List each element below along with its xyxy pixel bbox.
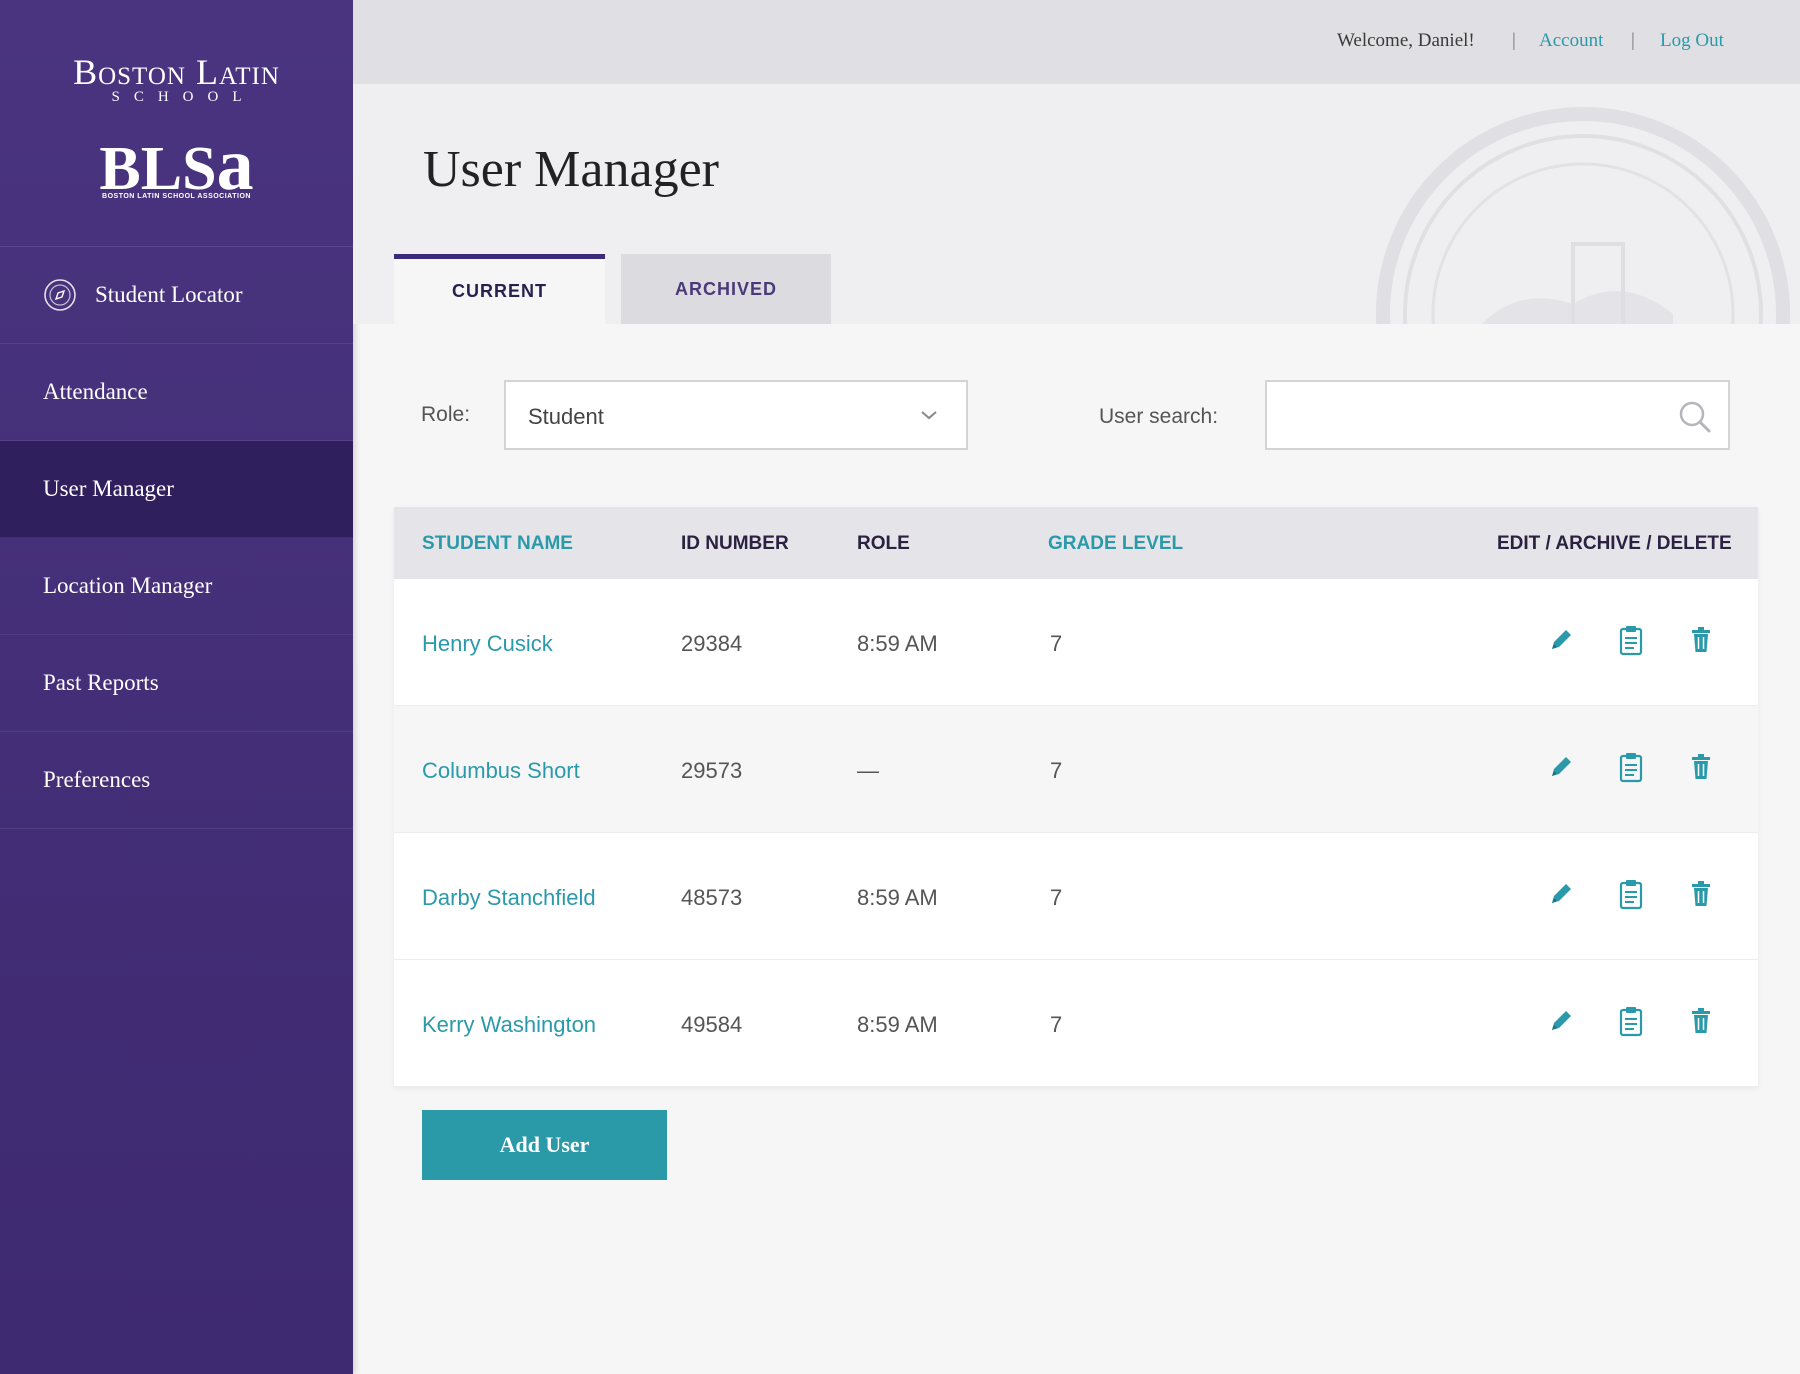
table-row: Columbus Short 29573 — 7 — [394, 706, 1758, 833]
edit-pencil-icon[interactable] — [1544, 1004, 1578, 1038]
brand-school: SCHOOL — [111, 89, 256, 105]
role-select-value: Student — [528, 404, 604, 429]
sidebar-item-label: Location Manager — [43, 573, 213, 598]
brand-logo: Boston Latin SCHOOL BLSa BOSTON LATIN SC… — [0, 0, 353, 247]
sidebar-item-label: Preferences — [43, 767, 151, 792]
grade-level: 7 — [1050, 1012, 1063, 1037]
column-header-grade-level[interactable]: GRADE LEVEL — [1048, 533, 1183, 555]
header-separator: | — [1512, 30, 1516, 51]
tab-current[interactable]: CURRENT — [394, 254, 605, 324]
table-row: Darby Stanchfield 48573 8:59 AM 7 — [394, 833, 1758, 960]
table-header: STUDENT NAME ID NUMBER ROLE GRADE LEVEL … — [394, 507, 1758, 579]
sidebar-item-label: User Manager — [43, 476, 174, 501]
column-header-actions: EDIT / ARCHIVE / DELETE — [1497, 533, 1732, 554]
column-header-role: ROLE — [857, 533, 910, 554]
role-value: 8:59 AM — [857, 631, 938, 656]
page-header: User Manager CURRENT ARCHIVED — [353, 84, 1800, 324]
edit-pencil-icon[interactable] — [1544, 623, 1578, 657]
column-header-student-name[interactable]: STUDENT NAME — [422, 533, 573, 555]
archive-clipboard-icon[interactable] — [1614, 877, 1648, 911]
column-header-id-number: ID NUMBER — [681, 533, 789, 554]
role-select[interactable]: Student — [504, 380, 968, 450]
sidebar-item-preferences[interactable]: Preferences — [0, 732, 353, 829]
sidebar-item-student-locator[interactable]: Student Locator — [0, 247, 353, 344]
delete-trash-icon[interactable] — [1684, 623, 1718, 657]
student-name-link[interactable]: Kerry Washington — [422, 1012, 596, 1038]
sidebar-item-label: Attendance — [43, 379, 148, 404]
brand-association: BOSTON LATIN SCHOOL ASSOCIATION — [102, 193, 251, 200]
sidebar-item-label: Student Locator — [95, 282, 243, 307]
id-number: 48573 — [681, 885, 743, 910]
welcome-message: Welcome, Daniel! — [1337, 30, 1475, 51]
student-name-link[interactable]: Darby Stanchfield — [422, 885, 596, 911]
role-value: 8:59 AM — [857, 885, 938, 910]
chevron-down-icon — [921, 411, 937, 420]
top-bar: Welcome, Daniel! | Account | Log Out — [353, 0, 1800, 84]
sidebar-item-label: Past Reports — [43, 670, 159, 695]
users-table: STUDENT NAME ID NUMBER ROLE GRADE LEVEL … — [394, 507, 1758, 1087]
delete-trash-icon[interactable] — [1684, 877, 1718, 911]
id-number: 29384 — [681, 631, 743, 656]
role-value: 8:59 AM — [857, 1012, 938, 1037]
delete-trash-icon[interactable] — [1684, 750, 1718, 784]
student-name-link[interactable]: Henry Cusick — [422, 631, 553, 657]
sidebar-nav: Student Locator Attendance User Manager … — [0, 247, 353, 829]
id-number: 29573 — [681, 758, 743, 783]
role-label: Role: — [421, 403, 471, 426]
grade-level: 7 — [1050, 758, 1063, 783]
add-user-button[interactable]: Add User — [422, 1110, 667, 1180]
table-row: Kerry Washington 49584 8:59 AM 7 — [394, 960, 1758, 1087]
grade-level: 7 — [1050, 885, 1063, 910]
page-title: User Manager — [423, 141, 719, 198]
user-search-label: User search: — [1099, 405, 1219, 428]
header-separator: | — [1631, 30, 1635, 51]
id-number: 49584 — [681, 1012, 743, 1037]
sidebar: Boston Latin SCHOOL BLSa BOSTON LATIN SC… — [0, 0, 353, 1374]
sidebar-item-user-manager[interactable]: User Manager — [0, 441, 353, 538]
sidebar-item-past-reports[interactable]: Past Reports — [0, 635, 353, 732]
brand-name: Boston Latin — [73, 52, 280, 92]
archive-clipboard-icon[interactable] — [1614, 750, 1648, 784]
role-value: — — [857, 758, 879, 783]
user-search-box — [1265, 380, 1730, 450]
delete-trash-icon[interactable] — [1684, 1004, 1718, 1038]
sidebar-item-attendance[interactable]: Attendance — [0, 344, 353, 441]
search-icon[interactable] — [1678, 400, 1712, 434]
sidebar-item-location-manager[interactable]: Location Manager — [0, 538, 353, 635]
compass-icon — [43, 278, 77, 312]
school-seal-watermark — [1376, 107, 1790, 324]
edit-pencil-icon[interactable] — [1544, 750, 1578, 784]
student-name-link[interactable]: Columbus Short — [422, 758, 580, 784]
grade-level: 7 — [1050, 631, 1063, 656]
table-row: Henry Cusick 29384 8:59 AM 7 — [394, 579, 1758, 706]
edit-pencil-icon[interactable] — [1544, 877, 1578, 911]
user-search-input[interactable] — [1285, 394, 1649, 438]
account-link[interactable]: Account — [1539, 30, 1603, 52]
logout-link[interactable]: Log Out — [1660, 30, 1724, 52]
archive-clipboard-icon[interactable] — [1614, 1004, 1648, 1038]
archive-clipboard-icon[interactable] — [1614, 623, 1648, 657]
tab-archived[interactable]: ARCHIVED — [621, 254, 831, 324]
brand-mark: BLSa — [0, 128, 353, 202]
